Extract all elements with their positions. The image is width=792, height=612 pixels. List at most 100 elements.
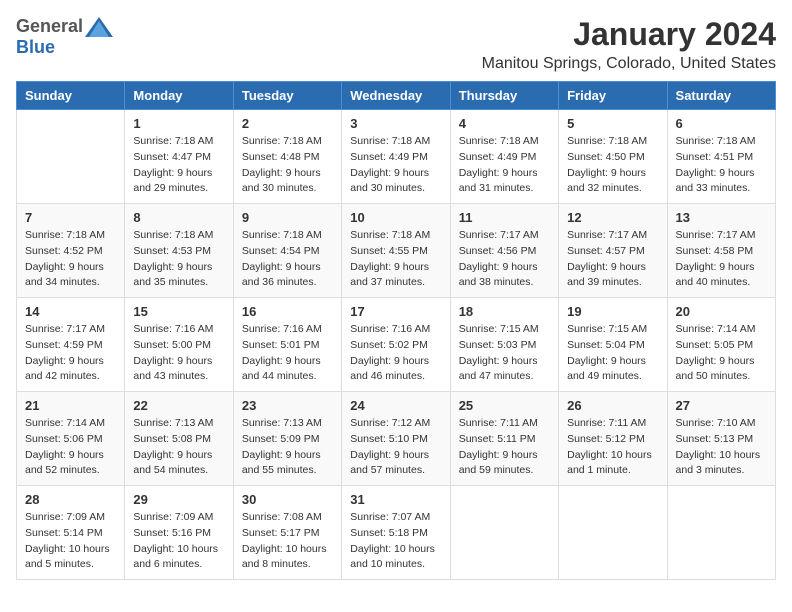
day-number: 16 xyxy=(242,304,333,319)
calendar-day-cell: 26 Sunrise: 7:11 AMSunset: 5:12 PMDaylig… xyxy=(559,392,667,486)
day-info: Sunrise: 7:13 AMSunset: 5:08 PMDaylight:… xyxy=(133,416,224,479)
day-info: Sunrise: 7:15 AMSunset: 5:04 PMDaylight:… xyxy=(567,322,658,385)
weekday-header-cell: Saturday xyxy=(667,82,775,110)
weekday-header-cell: Tuesday xyxy=(233,82,341,110)
calendar-day-cell: 12 Sunrise: 7:17 AMSunset: 4:57 PMDaylig… xyxy=(559,204,667,298)
calendar-day-cell: 28 Sunrise: 7:09 AMSunset: 5:14 PMDaylig… xyxy=(17,486,125,580)
day-info: Sunrise: 7:17 AMSunset: 4:57 PMDaylight:… xyxy=(567,228,658,291)
logo-icon xyxy=(85,17,113,37)
calendar-day-cell: 7 Sunrise: 7:18 AMSunset: 4:52 PMDayligh… xyxy=(17,204,125,298)
calendar-title: January 2024 xyxy=(482,16,776,53)
day-info: Sunrise: 7:18 AMSunset: 4:53 PMDaylight:… xyxy=(133,228,224,291)
day-number: 24 xyxy=(350,398,441,413)
day-info: Sunrise: 7:09 AMSunset: 5:16 PMDaylight:… xyxy=(133,510,224,573)
calendar-day-cell: 1 Sunrise: 7:18 AMSunset: 4:47 PMDayligh… xyxy=(125,110,233,204)
calendar-day-cell: 4 Sunrise: 7:18 AMSunset: 4:49 PMDayligh… xyxy=(450,110,558,204)
day-number: 20 xyxy=(676,304,767,319)
day-number: 5 xyxy=(567,116,658,131)
day-info: Sunrise: 7:15 AMSunset: 5:03 PMDaylight:… xyxy=(459,322,550,385)
day-number: 25 xyxy=(459,398,550,413)
calendar-day-cell: 8 Sunrise: 7:18 AMSunset: 4:53 PMDayligh… xyxy=(125,204,233,298)
logo: General Blue xyxy=(16,16,113,58)
calendar-day-cell: 16 Sunrise: 7:16 AMSunset: 5:01 PMDaylig… xyxy=(233,298,341,392)
calendar-day-cell: 22 Sunrise: 7:13 AMSunset: 5:08 PMDaylig… xyxy=(125,392,233,486)
calendar-day-cell: 30 Sunrise: 7:08 AMSunset: 5:17 PMDaylig… xyxy=(233,486,341,580)
calendar-day-cell: 29 Sunrise: 7:09 AMSunset: 5:16 PMDaylig… xyxy=(125,486,233,580)
day-number: 18 xyxy=(459,304,550,319)
day-info: Sunrise: 7:18 AMSunset: 4:54 PMDaylight:… xyxy=(242,228,333,291)
calendar-day-cell: 23 Sunrise: 7:13 AMSunset: 5:09 PMDaylig… xyxy=(233,392,341,486)
calendar-week-row: 7 Sunrise: 7:18 AMSunset: 4:52 PMDayligh… xyxy=(17,204,776,298)
calendar-day-cell: 24 Sunrise: 7:12 AMSunset: 5:10 PMDaylig… xyxy=(342,392,450,486)
day-number: 23 xyxy=(242,398,333,413)
day-info: Sunrise: 7:11 AMSunset: 5:12 PMDaylight:… xyxy=(567,416,658,479)
weekday-header-row: SundayMondayTuesdayWednesdayThursdayFrid… xyxy=(17,82,776,110)
day-info: Sunrise: 7:18 AMSunset: 4:48 PMDaylight:… xyxy=(242,134,333,197)
day-number: 19 xyxy=(567,304,658,319)
day-number: 28 xyxy=(25,492,116,507)
day-number: 30 xyxy=(242,492,333,507)
day-number: 11 xyxy=(459,210,550,225)
day-number: 26 xyxy=(567,398,658,413)
day-info: Sunrise: 7:18 AMSunset: 4:47 PMDaylight:… xyxy=(133,134,224,197)
day-number: 12 xyxy=(567,210,658,225)
calendar-day-cell xyxy=(667,486,775,580)
calendar-body: 1 Sunrise: 7:18 AMSunset: 4:47 PMDayligh… xyxy=(17,110,776,580)
day-info: Sunrise: 7:07 AMSunset: 5:18 PMDaylight:… xyxy=(350,510,441,573)
day-info: Sunrise: 7:17 AMSunset: 4:59 PMDaylight:… xyxy=(25,322,116,385)
calendar-day-cell: 17 Sunrise: 7:16 AMSunset: 5:02 PMDaylig… xyxy=(342,298,450,392)
day-info: Sunrise: 7:08 AMSunset: 5:17 PMDaylight:… xyxy=(242,510,333,573)
calendar-week-row: 21 Sunrise: 7:14 AMSunset: 5:06 PMDaylig… xyxy=(17,392,776,486)
calendar-week-row: 28 Sunrise: 7:09 AMSunset: 5:14 PMDaylig… xyxy=(17,486,776,580)
calendar-day-cell: 18 Sunrise: 7:15 AMSunset: 5:03 PMDaylig… xyxy=(450,298,558,392)
day-number: 2 xyxy=(242,116,333,131)
calendar-day-cell: 25 Sunrise: 7:11 AMSunset: 5:11 PMDaylig… xyxy=(450,392,558,486)
calendar-day-cell: 14 Sunrise: 7:17 AMSunset: 4:59 PMDaylig… xyxy=(17,298,125,392)
day-info: Sunrise: 7:16 AMSunset: 5:01 PMDaylight:… xyxy=(242,322,333,385)
calendar-day-cell: 21 Sunrise: 7:14 AMSunset: 5:06 PMDaylig… xyxy=(17,392,125,486)
calendar-day-cell xyxy=(559,486,667,580)
day-info: Sunrise: 7:14 AMSunset: 5:06 PMDaylight:… xyxy=(25,416,116,479)
weekday-header-cell: Wednesday xyxy=(342,82,450,110)
calendar-day-cell: 13 Sunrise: 7:17 AMSunset: 4:58 PMDaylig… xyxy=(667,204,775,298)
logo-blue: Blue xyxy=(16,37,55,58)
calendar-day-cell: 9 Sunrise: 7:18 AMSunset: 4:54 PMDayligh… xyxy=(233,204,341,298)
day-info: Sunrise: 7:18 AMSunset: 4:50 PMDaylight:… xyxy=(567,134,658,197)
day-info: Sunrise: 7:11 AMSunset: 5:11 PMDaylight:… xyxy=(459,416,550,479)
day-info: Sunrise: 7:18 AMSunset: 4:51 PMDaylight:… xyxy=(676,134,767,197)
calendar-subtitle: Manitou Springs, Colorado, United States xyxy=(482,55,776,73)
day-number: 14 xyxy=(25,304,116,319)
calendar-day-cell: 6 Sunrise: 7:18 AMSunset: 4:51 PMDayligh… xyxy=(667,110,775,204)
day-info: Sunrise: 7:13 AMSunset: 5:09 PMDaylight:… xyxy=(242,416,333,479)
weekday-header-cell: Monday xyxy=(125,82,233,110)
weekday-header-cell: Friday xyxy=(559,82,667,110)
day-info: Sunrise: 7:14 AMSunset: 5:05 PMDaylight:… xyxy=(676,322,767,385)
day-number: 9 xyxy=(242,210,333,225)
day-info: Sunrise: 7:09 AMSunset: 5:14 PMDaylight:… xyxy=(25,510,116,573)
calendar-day-cell: 10 Sunrise: 7:18 AMSunset: 4:55 PMDaylig… xyxy=(342,204,450,298)
calendar-day-cell: 2 Sunrise: 7:18 AMSunset: 4:48 PMDayligh… xyxy=(233,110,341,204)
day-number: 29 xyxy=(133,492,224,507)
day-info: Sunrise: 7:10 AMSunset: 5:13 PMDaylight:… xyxy=(676,416,767,479)
day-number: 22 xyxy=(133,398,224,413)
calendar-week-row: 1 Sunrise: 7:18 AMSunset: 4:47 PMDayligh… xyxy=(17,110,776,204)
calendar-day-cell: 31 Sunrise: 7:07 AMSunset: 5:18 PMDaylig… xyxy=(342,486,450,580)
logo-general: General xyxy=(16,16,83,37)
calendar-day-cell: 3 Sunrise: 7:18 AMSunset: 4:49 PMDayligh… xyxy=(342,110,450,204)
day-info: Sunrise: 7:18 AMSunset: 4:49 PMDaylight:… xyxy=(350,134,441,197)
calendar-day-cell: 5 Sunrise: 7:18 AMSunset: 4:50 PMDayligh… xyxy=(559,110,667,204)
day-info: Sunrise: 7:17 AMSunset: 4:58 PMDaylight:… xyxy=(676,228,767,291)
title-area: January 2024 Manitou Springs, Colorado, … xyxy=(482,16,776,73)
weekday-header-cell: Thursday xyxy=(450,82,558,110)
day-number: 31 xyxy=(350,492,441,507)
day-number: 13 xyxy=(676,210,767,225)
day-info: Sunrise: 7:18 AMSunset: 4:55 PMDaylight:… xyxy=(350,228,441,291)
weekday-header-cell: Sunday xyxy=(17,82,125,110)
calendar-table: SundayMondayTuesdayWednesdayThursdayFrid… xyxy=(16,81,776,580)
day-info: Sunrise: 7:16 AMSunset: 5:00 PMDaylight:… xyxy=(133,322,224,385)
day-number: 15 xyxy=(133,304,224,319)
day-number: 8 xyxy=(133,210,224,225)
day-info: Sunrise: 7:18 AMSunset: 4:52 PMDaylight:… xyxy=(25,228,116,291)
calendar-day-cell: 11 Sunrise: 7:17 AMSunset: 4:56 PMDaylig… xyxy=(450,204,558,298)
day-number: 3 xyxy=(350,116,441,131)
